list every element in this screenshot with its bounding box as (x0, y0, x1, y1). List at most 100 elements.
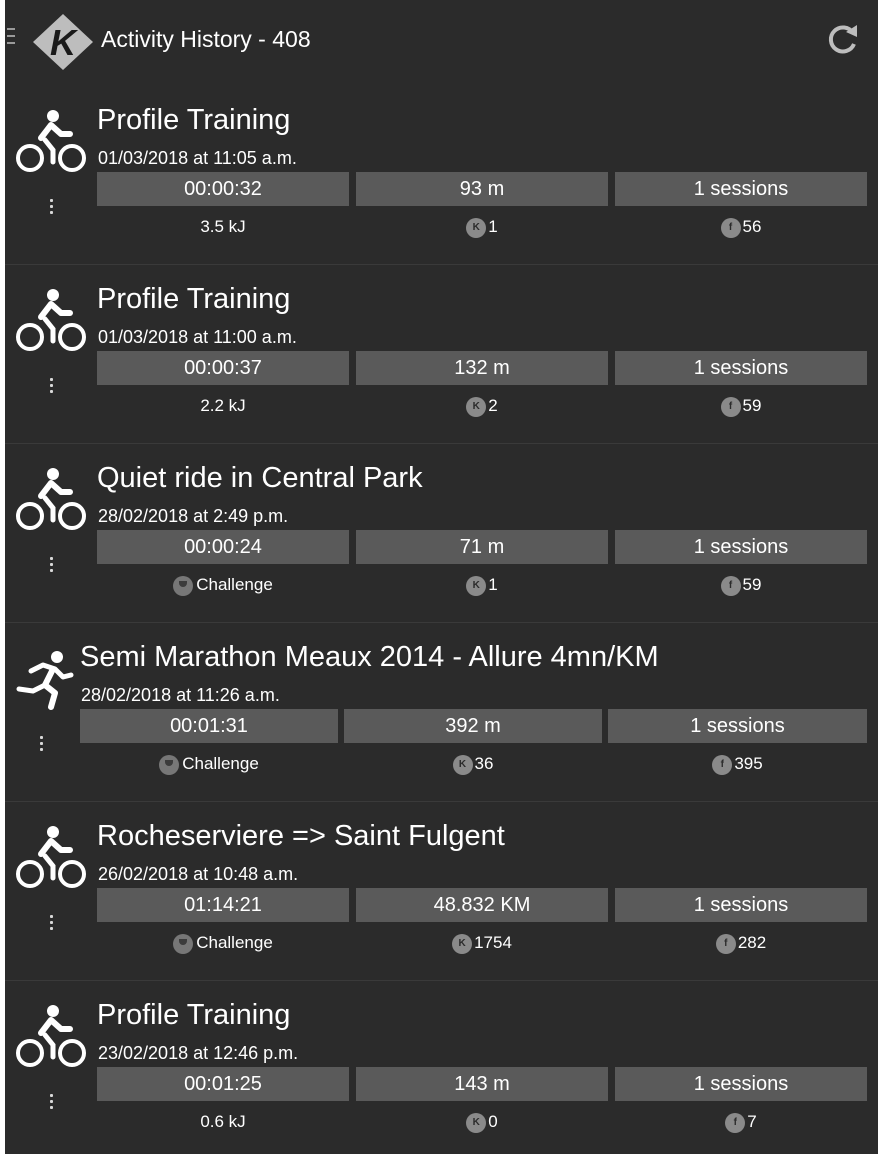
f-badge-icon: f (720, 575, 741, 596)
sub-stats-row: Challenge K 36 f 395 (80, 751, 867, 777)
sub-stats-row: 2.2 kJ K2 f 59 (97, 393, 867, 419)
more-options-icon[interactable] (47, 1094, 55, 1118)
bike-icon (16, 468, 86, 530)
activity-title: Semi Marathon Meaux 2014 - Allure 4mn/KM (80, 641, 659, 673)
stats-row: 00:01:25 143 m 1 sessions (97, 1067, 867, 1101)
stats-row: 00:00:37 132 m 1 sessions (97, 351, 867, 385)
activity-title: Rocheserviere => Saint Fulgent (97, 820, 505, 852)
duration-stat: 01:14:21 (97, 888, 349, 922)
k-badge-icon: K (452, 933, 473, 954)
activity-item[interactable]: Profile Training 23/02/2018 at 12:46 p.m… (5, 981, 878, 1154)
runner-icon (16, 651, 74, 710)
activity-item[interactable]: Rocheserviere => Saint Fulgent 26/02/201… (5, 802, 878, 981)
f-points: f 59 (615, 393, 867, 419)
f-points: f 282 (615, 930, 867, 956)
k-badge-icon: K (466, 575, 487, 596)
activity-title: Profile Training (97, 999, 291, 1031)
energy-value: 3.5 kJ (200, 217, 246, 236)
f-badge-icon: f (720, 217, 741, 238)
k-points: K1 (356, 214, 608, 240)
challenge-link[interactable]: Challenge (97, 572, 349, 598)
k-badge-icon: K (466, 396, 487, 417)
f-badge-icon: f (712, 754, 733, 775)
activity-item[interactable]: Quiet ride in Central Park 28/02/2018 at… (5, 444, 878, 623)
svg-text:K: K (50, 22, 79, 63)
activity-item[interactable]: Semi Marathon Meaux 2014 - Allure 4mn/KM… (5, 623, 878, 802)
duration-stat: 00:00:32 (97, 172, 349, 206)
activity-title: Profile Training (97, 104, 291, 136)
activity-date: 01/03/2018 at 11:05 a.m. (98, 148, 297, 168)
trophy-icon (173, 575, 194, 596)
k-points: K2 (356, 393, 608, 419)
bike-icon (16, 289, 86, 351)
f-badge-icon: f (720, 396, 741, 417)
f-badge-icon: f (715, 933, 736, 954)
duration-stat: 00:01:25 (97, 1067, 349, 1101)
activity-date: 28/02/2018 at 2:49 p.m. (98, 506, 289, 526)
distance-stat: 93 m (356, 172, 608, 206)
activity-date: 23/02/2018 at 12:46 p.m. (98, 1043, 299, 1063)
page-title: Activity History - 408 (101, 26, 311, 52)
sessions-stat: 1 sessions (615, 1067, 867, 1101)
sub-stats-row: 3.5 kJ K1 f 56 (97, 214, 867, 240)
distance-stat: 392 m (344, 709, 602, 743)
k-points: K 1754 (356, 930, 608, 956)
activity-list: Profile Training 01/03/2018 at 11:05 a.m… (5, 86, 878, 1154)
bike-icon (16, 1005, 86, 1067)
sessions-stat: 1 sessions (615, 351, 867, 385)
app-logo-icon[interactable]: K (31, 12, 95, 72)
k-points: K1 (356, 572, 608, 598)
f-badge-icon: f (725, 1112, 746, 1133)
f-points: f 56 (615, 214, 867, 240)
sessions-stat: 1 sessions (615, 888, 867, 922)
sessions-stat: 1 sessions (615, 530, 867, 564)
sessions-stat: 1 sessions (608, 709, 867, 743)
stats-row: 01:14:21 48.832 KM 1 sessions (97, 888, 867, 922)
f-points: f 59 (615, 572, 867, 598)
stats-row: 00:00:32 93 m 1 sessions (97, 172, 867, 206)
f-points: f 395 (608, 751, 867, 777)
activity-date: 28/02/2018 at 11:26 a.m. (81, 685, 280, 705)
stats-row: 00:00:24 71 m 1 sessions (97, 530, 867, 564)
stats-row: 00:01:31 392 m 1 sessions (80, 709, 867, 743)
sub-stats-row: Challenge K 1754 f 282 (97, 930, 867, 956)
energy-value: 2.2 kJ (200, 396, 246, 415)
activity-title: Profile Training (97, 283, 291, 315)
bike-icon (16, 826, 86, 888)
activity-date: 26/02/2018 at 10:48 a.m. (98, 864, 299, 884)
more-options-icon[interactable] (47, 378, 55, 402)
more-options-icon[interactable] (47, 915, 55, 939)
trophy-icon (159, 754, 180, 775)
k-badge-icon: K (466, 217, 487, 238)
k-badge-icon: K (466, 1112, 487, 1133)
k-badge-icon: K (452, 754, 473, 775)
hamburger-menu-icon[interactable] (7, 28, 15, 50)
refresh-icon[interactable] (822, 20, 862, 60)
sessions-stat: 1 sessions (615, 172, 867, 206)
f-points: f7 (615, 1109, 867, 1135)
sub-stats-row: Challenge K1 f 59 (97, 572, 867, 598)
activity-item[interactable]: Profile Training 01/03/2018 at 11:00 a.m… (5, 265, 878, 444)
more-options-icon[interactable] (47, 199, 55, 223)
activity-title: Quiet ride in Central Park (97, 462, 423, 494)
more-options-icon[interactable] (47, 557, 55, 581)
bike-icon (16, 110, 86, 172)
challenge-link[interactable]: Challenge (80, 751, 338, 777)
energy-value: 0.6 kJ (200, 1112, 246, 1131)
k-points: K0 (356, 1109, 608, 1135)
more-options-icon[interactable] (37, 736, 45, 760)
distance-stat: 132 m (356, 351, 608, 385)
app-screen: K Activity History - 408 Profile Trainin… (5, 0, 878, 1154)
activity-date: 01/03/2018 at 11:00 a.m. (98, 327, 297, 347)
distance-stat: 143 m (356, 1067, 608, 1101)
activity-item[interactable]: Profile Training 01/03/2018 at 11:05 a.m… (5, 86, 878, 265)
duration-stat: 00:01:31 (80, 709, 338, 743)
top-bar: K Activity History - 408 (5, 0, 878, 86)
challenge-link[interactable]: Challenge (97, 930, 349, 956)
duration-stat: 00:00:37 (97, 351, 349, 385)
distance-stat: 71 m (356, 530, 608, 564)
trophy-icon (173, 933, 194, 954)
distance-stat: 48.832 KM (356, 888, 608, 922)
k-points: K 36 (344, 751, 602, 777)
duration-stat: 00:00:24 (97, 530, 349, 564)
